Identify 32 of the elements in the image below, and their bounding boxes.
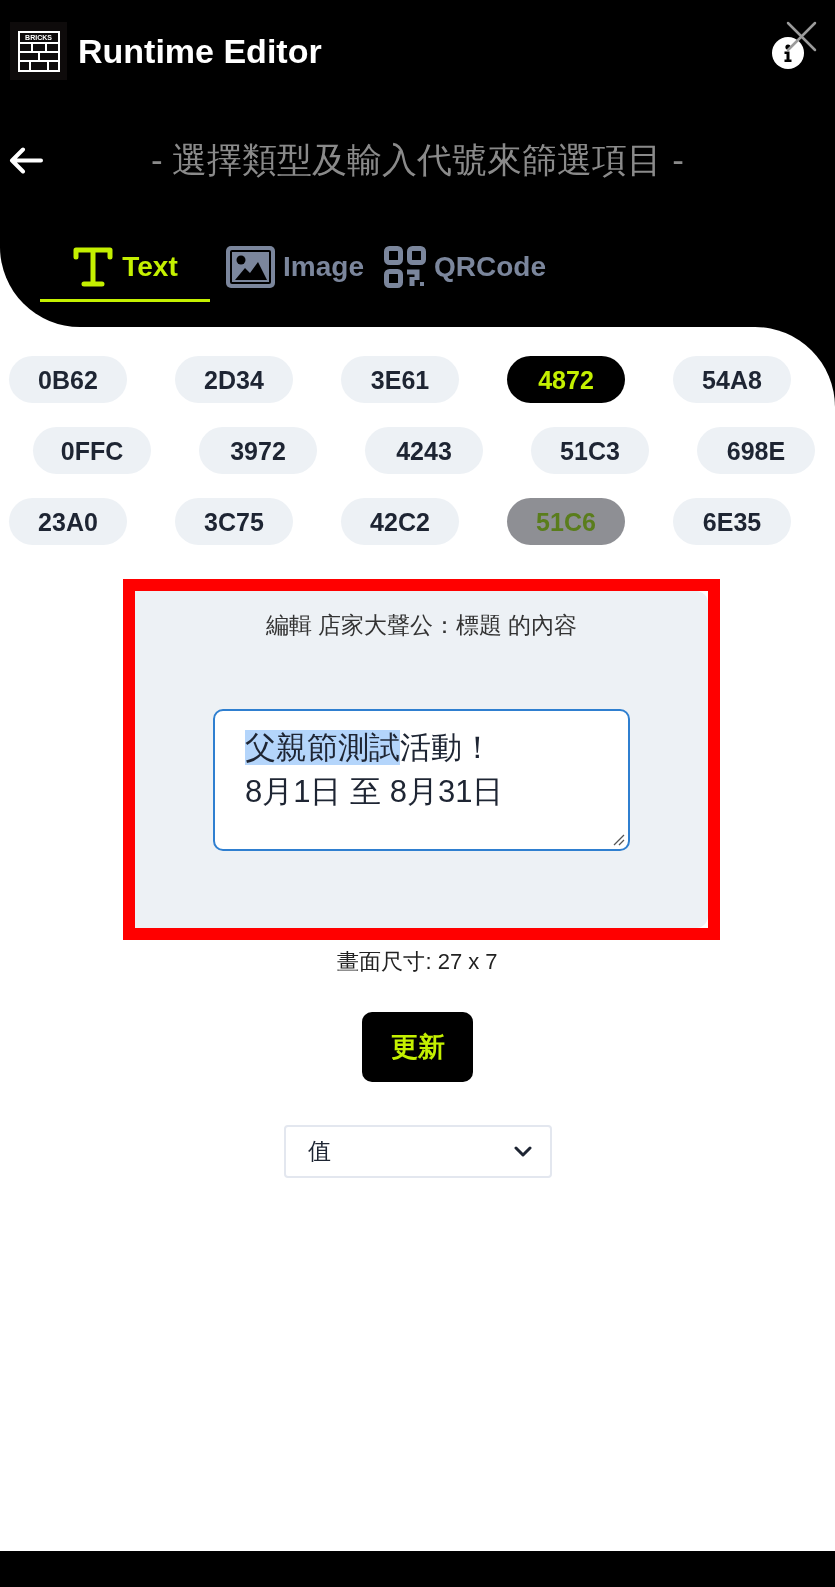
qr-code-icon: [384, 246, 426, 288]
tab[interactable]: Image: [210, 235, 380, 302]
back-arrow-icon[interactable]: [9, 146, 43, 174]
code-chip[interactable]: 6E35: [673, 498, 791, 545]
tab[interactable]: QRCode: [380, 235, 550, 302]
chevron-down-icon: [513, 1146, 532, 1157]
info-icon[interactable]: [772, 37, 804, 69]
value-select[interactable]: 值: [283, 1125, 552, 1178]
code-chip[interactable]: 0B62: [9, 356, 127, 403]
code-chip[interactable]: 3C75: [175, 498, 293, 545]
text-icon: [72, 246, 115, 288]
code-chip[interactable]: 4243: [365, 427, 483, 474]
resize-handle-icon[interactable]: [613, 834, 625, 846]
subtitle: - 選擇類型及輸入代號來篩選項目 -: [151, 139, 684, 181]
code-chip[interactable]: 54A8: [673, 356, 791, 403]
code-chip[interactable]: 4872: [507, 356, 625, 403]
tab[interactable]: Text: [40, 235, 210, 302]
code-chip[interactable]: 698E: [697, 427, 815, 474]
app-title: Runtime Editor: [78, 31, 322, 71]
panel-title: 編輯 店家大聲公：標題 的內容: [265, 611, 578, 640]
text-area[interactable]: 父親節測試活動！ 8月1日 至 8月31日: [213, 709, 630, 851]
code-chip[interactable]: 0FFC: [33, 427, 151, 474]
code-chip[interactable]: 2D34: [175, 356, 293, 403]
code-chip[interactable]: 3972: [199, 427, 317, 474]
code-chip[interactable]: 3E61: [341, 356, 459, 403]
close-icon[interactable]: [786, 21, 817, 52]
canvas-size-text: 畫面尺寸: 27 x 7: [337, 948, 498, 976]
code-chip[interactable]: 23A0: [9, 498, 127, 545]
code-chip[interactable]: 51C3: [531, 427, 649, 474]
update-button[interactable]: 更新: [362, 1012, 473, 1082]
code-chip[interactable]: 42C2: [341, 498, 459, 545]
image-icon: [226, 246, 276, 288]
